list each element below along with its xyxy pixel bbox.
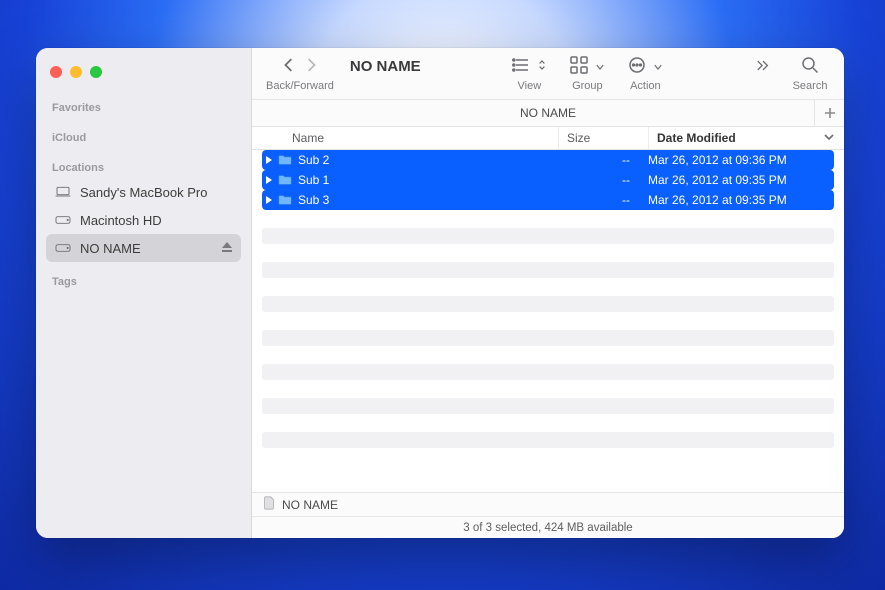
sidebar-heading-locations: Locations	[46, 148, 241, 178]
status-text: 3 of 3 selected, 424 MB available	[463, 522, 632, 534]
row-placeholder	[262, 262, 834, 278]
main-pane: Back/Forward NO NAME View Group	[252, 48, 844, 538]
row-date: Mar 26, 2012 at 09:35 PM	[642, 173, 834, 187]
search-icon	[801, 56, 819, 77]
sidebar: Favorites iCloud Locations Sandy's MacBo…	[36, 48, 252, 538]
laptop-icon	[54, 185, 72, 199]
zoom-window-button[interactable]	[90, 66, 102, 78]
finder-window: Favorites iCloud Locations Sandy's MacBo…	[36, 48, 844, 538]
disclosure-triangle-icon[interactable]	[262, 176, 276, 184]
table-row[interactable]: Sub 2--Mar 26, 2012 at 09:36 PM	[262, 150, 834, 170]
chevron-up-down-icon	[538, 59, 546, 74]
row-placeholder	[262, 296, 834, 312]
new-tab-button[interactable]	[814, 100, 844, 126]
sidebar-item-label: Sandy's MacBook Pro	[80, 185, 208, 200]
table-row[interactable]: Sub 1--Mar 26, 2012 at 09:35 PM	[262, 170, 834, 190]
action-circle-icon	[628, 56, 646, 77]
sidebar-item-no-name[interactable]: NO NAME	[46, 234, 241, 262]
view-button[interactable]: View	[505, 56, 553, 92]
row-placeholder	[262, 228, 834, 244]
toolbar: Back/Forward NO NAME View Group	[252, 48, 844, 100]
folder-icon	[276, 154, 294, 166]
chevron-down-icon	[654, 59, 662, 74]
table-row[interactable]: Sub 3--Mar 26, 2012 at 09:35 PM	[262, 190, 834, 210]
disk-icon	[54, 213, 72, 227]
chevron-down-icon	[596, 59, 604, 74]
window-traffic-lights	[46, 64, 241, 96]
action-label: Action	[630, 80, 661, 92]
sidebar-item-macintosh-hd[interactable]: Macintosh HD	[46, 206, 241, 234]
column-header-size[interactable]: Size	[558, 127, 648, 149]
tab-title[interactable]: NO NAME	[520, 106, 576, 120]
path-bar[interactable]: NO NAME	[252, 492, 844, 516]
view-label: View	[518, 80, 542, 92]
list-view-icon	[512, 56, 530, 77]
grid-icon	[570, 56, 588, 77]
group-button[interactable]: Group	[563, 56, 611, 92]
row-name: Sub 2	[294, 153, 552, 167]
column-header-row: Name Size Date Modified	[252, 126, 844, 150]
close-window-button[interactable]	[50, 66, 62, 78]
row-name: Sub 3	[294, 193, 552, 207]
eject-icon[interactable]	[221, 241, 233, 256]
overflow-button[interactable]	[746, 56, 780, 92]
row-name: Sub 1	[294, 173, 552, 187]
sidebar-heading-favorites: Favorites	[46, 96, 241, 118]
disk-icon	[54, 241, 72, 255]
disclosure-triangle-icon[interactable]	[262, 196, 276, 204]
sidebar-heading-icloud: iCloud	[46, 118, 241, 148]
sidebar-heading-tags: Tags	[46, 262, 241, 292]
chevron-left-icon	[282, 58, 296, 75]
row-placeholder	[262, 364, 834, 380]
row-size: --	[552, 153, 642, 167]
row-placeholder	[262, 432, 834, 448]
row-placeholder	[262, 398, 834, 414]
folder-icon	[276, 174, 294, 186]
path-bar-label: NO NAME	[282, 498, 338, 512]
chevron-down-icon	[824, 131, 834, 145]
row-size: --	[552, 193, 642, 207]
search-button[interactable]: Search	[790, 56, 830, 92]
row-date: Mar 26, 2012 at 09:35 PM	[642, 193, 834, 207]
status-bar: 3 of 3 selected, 424 MB available	[252, 516, 844, 538]
column-header-date-modified[interactable]: Date Modified	[648, 127, 844, 149]
minimize-window-button[interactable]	[70, 66, 82, 78]
back-forward-buttons[interactable]: Back/Forward	[266, 56, 334, 92]
action-button[interactable]: Action	[621, 56, 669, 92]
back-forward-label: Back/Forward	[266, 80, 334, 92]
file-list[interactable]: Sub 2--Mar 26, 2012 at 09:36 PMSub 1--Ma…	[252, 150, 844, 492]
sidebar-item-label: NO NAME	[80, 241, 141, 256]
group-label: Group	[572, 80, 603, 92]
folder-icon	[276, 194, 294, 206]
search-label: Search	[793, 80, 828, 92]
column-header-name[interactable]: Name	[252, 127, 558, 149]
chevrons-right-icon	[756, 59, 770, 74]
row-size: --	[552, 173, 642, 187]
sd-card-icon	[262, 496, 276, 513]
sidebar-item-label: Macintosh HD	[80, 213, 162, 228]
disclosure-triangle-icon[interactable]	[262, 156, 276, 164]
row-placeholder	[262, 330, 834, 346]
row-date: Mar 26, 2012 at 09:36 PM	[642, 153, 834, 167]
window-title: NO NAME	[344, 58, 429, 89]
tab-bar: NO NAME	[252, 100, 844, 126]
sidebar-item-macbook[interactable]: Sandy's MacBook Pro	[46, 178, 241, 206]
chevron-right-icon	[304, 58, 318, 75]
